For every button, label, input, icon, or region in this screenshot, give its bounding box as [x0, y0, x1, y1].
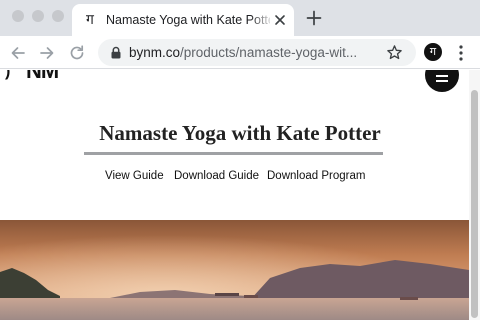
logo-mark: ): [5, 70, 10, 80]
address-bar[interactable]: bynm.co/products/namaste-yoga-wit...: [98, 39, 416, 66]
url-path: /products/namaste-yoga-wit...: [180, 45, 358, 60]
download-guide-link[interactable]: Download Guide: [174, 168, 259, 184]
page-scrollbar[interactable]: [469, 70, 480, 320]
tab-strip: ग Namaste Yoga with Kate Potter: [0, 0, 480, 36]
browser-toolbar: bynm.co/products/namaste-yoga-wit... ग: [0, 36, 480, 69]
active-tab[interactable]: ग Namaste Yoga with Kate Potter: [72, 4, 294, 36]
reload-icon[interactable]: [67, 43, 87, 63]
site-favicon-icon: ग: [86, 12, 94, 28]
profile-avatar[interactable]: ग: [424, 43, 442, 61]
sunset-bay-image: [0, 220, 469, 320]
scrollbar-thumb[interactable]: [471, 90, 478, 318]
tab-title: Namaste Yoga with Kate Potter: [106, 13, 270, 27]
title-divider: [84, 152, 383, 155]
zoom-window-dot[interactable]: [52, 10, 64, 22]
menu-icon: [436, 75, 448, 77]
view-guide-link[interactable]: View Guide: [105, 168, 164, 184]
close-icon[interactable]: [271, 11, 289, 29]
forward-arrow-icon[interactable]: [37, 43, 57, 63]
page-viewport: ) NM Namaste Yoga with Kate Potter View …: [0, 70, 480, 320]
menu-icon-line: [436, 80, 448, 82]
plus-icon[interactable]: [305, 9, 323, 27]
more-vert-icon[interactable]: [455, 44, 467, 62]
lock-icon[interactable]: [110, 46, 122, 59]
download-program-link[interactable]: Download Program: [267, 168, 365, 184]
back-arrow-icon[interactable]: [8, 43, 28, 63]
url-text[interactable]: bynm.co/products/namaste-yoga-wit...: [129, 44, 369, 61]
menu-button[interactable]: [425, 70, 459, 92]
star-icon[interactable]: [386, 44, 403, 61]
guide-links: View Guide Download Guide Download Progr…: [100, 168, 370, 184]
page-title: Namaste Yoga with Kate Potter: [99, 121, 381, 145]
logo-text: NM: [26, 70, 59, 83]
minimize-window-dot[interactable]: [32, 10, 44, 22]
url-host: bynm.co: [129, 45, 181, 60]
close-window-dot[interactable]: [12, 10, 24, 22]
